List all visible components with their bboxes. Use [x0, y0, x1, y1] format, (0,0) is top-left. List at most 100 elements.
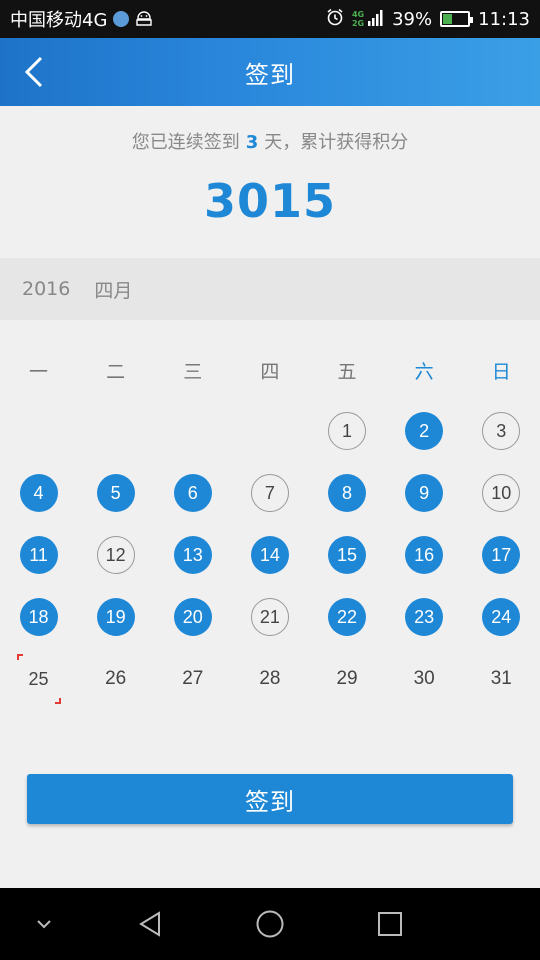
calendar-day-signed[interactable]: 24 — [482, 598, 521, 636]
calendar-day-signed[interactable]: 9 — [405, 474, 444, 512]
nav-collapse-button[interactable] — [24, 888, 64, 960]
calendar-cell: 1 — [309, 400, 386, 462]
weekday-label: 二 — [106, 360, 126, 383]
carrier-label: 中国移动4G — [10, 10, 108, 31]
today-marker-corner — [16, 654, 23, 660]
chevron-down-icon — [37, 920, 51, 929]
calendar-cell: 9 — [386, 462, 463, 524]
circle-home-icon — [256, 910, 284, 938]
nav-recents-button[interactable] — [370, 888, 410, 960]
app-header: 签到 — [0, 38, 540, 106]
status-bar: 中国移动4G 4G 2G 39% ⚡ 11:13 — [0, 0, 540, 38]
calendar-day-signed[interactable]: 6 — [173, 474, 212, 512]
calendar-cell: 27 — [154, 648, 231, 710]
calendar-cell: 29 — [309, 648, 386, 710]
battery-percent: 39% — [392, 8, 433, 30]
calendar-cell: 12 — [77, 524, 154, 586]
calendar-cell: 25 — [0, 648, 77, 710]
nav-home-button[interactable] — [250, 888, 290, 960]
summary-prefix: 您已连续签到 — [131, 132, 240, 153]
sign-in-button[interactable]: 签到 — [27, 774, 513, 824]
calendar-day-signed[interactable]: 20 — [173, 598, 212, 636]
calendar-day-signed[interactable]: 23 — [405, 598, 444, 636]
calendar-day-signed[interactable]: 17 — [482, 536, 521, 574]
calendar-cell: 11 — [0, 524, 77, 586]
calendar-day-signed[interactable]: 15 — [328, 536, 367, 574]
calendar-day-future[interactable]: 26 — [97, 660, 135, 698]
calendar-day-signed[interactable]: 14 — [250, 536, 289, 574]
calendar-year: 2016 — [22, 278, 71, 300]
calendar-cell: 10 — [463, 462, 540, 524]
calendar-cell: 18 — [0, 586, 77, 648]
calendar-cell: 30 — [386, 648, 463, 710]
signal-icon — [368, 8, 384, 31]
calendar-day-signed[interactable]: 2 — [405, 412, 444, 450]
calendar-day-signed[interactable]: 8 — [328, 474, 367, 512]
calendar-cell: 20 — [154, 586, 231, 648]
calendar-day-unsigned[interactable]: 12 — [96, 536, 135, 574]
calendar-cell: 23 — [386, 586, 463, 648]
calendar-cell: 17 — [463, 524, 540, 586]
calendar-week-row: 18 19 20 21 22 23 24 — [0, 586, 540, 648]
status-left: 中国移动4G — [10, 6, 326, 32]
network-type-label: 4G 2G — [351, 10, 365, 28]
calendar-day-unsigned[interactable]: 21 — [250, 598, 289, 636]
calendar-day-signed[interactable]: 16 — [405, 536, 444, 574]
calendar-day-signed[interactable]: 22 — [328, 598, 367, 636]
calendar-day-future[interactable]: 29 — [328, 660, 366, 698]
calendar-cell: 19 — [77, 586, 154, 648]
calendar-day-future[interactable]: 28 — [251, 660, 289, 698]
back-button[interactable] — [14, 52, 54, 92]
calendar-day-signed[interactable]: 18 — [19, 598, 58, 636]
calendar-cell: 3 — [463, 400, 540, 462]
calendar-day-signed[interactable]: 11 — [19, 536, 58, 574]
calendar-cell: 15 — [309, 524, 386, 586]
calendar-cell: 14 — [231, 524, 308, 586]
square-recents-icon — [378, 912, 402, 936]
calendar-day-signed[interactable]: 19 — [96, 598, 135, 636]
calendar-week-row: 4 5 6 7 8 9 10 — [0, 462, 540, 524]
weekday-label: 五 — [337, 360, 357, 383]
nav-back-button[interactable] — [130, 888, 170, 960]
calendar: 一二三四五六日 1 2 3 4 5 6 7 8 9 10 11 12 13 14 15 16 17 18 19 20 2… — [0, 340, 540, 710]
calendar-cell: 26 — [77, 648, 154, 710]
calendar-month: 四月 — [94, 279, 133, 302]
calendar-day-future[interactable]: 27 — [174, 660, 212, 698]
calendar-day-signed[interactable]: 5 — [96, 474, 135, 512]
calendar-day-unsigned[interactable]: 10 — [482, 474, 521, 512]
calendar-grid: 1 2 3 4 5 6 7 8 9 10 11 12 13 14 15 16 17 18 19 20 21 22 23 24 2… — [0, 400, 540, 710]
calendar-day-future[interactable]: 31 — [482, 660, 520, 698]
page-title: 签到 — [245, 60, 295, 89]
calendar-day-future[interactable]: 30 — [405, 660, 443, 698]
calendar-cell: 6 — [154, 462, 231, 524]
calendar-week-row: 123 — [0, 400, 540, 462]
weekday-label: 四 — [260, 360, 280, 383]
triangle-back-icon — [139, 911, 160, 937]
calendar-cell — [231, 400, 308, 462]
calendar-cell — [154, 400, 231, 462]
calendar-day-signed[interactable]: 13 — [173, 536, 212, 574]
calendar-day-unsigned[interactable]: 1 — [328, 412, 367, 450]
calendar-cell: 2 — [386, 400, 463, 462]
status-right: 4G 2G 39% ⚡ 11:13 — [326, 8, 530, 31]
summary-line: 您已连续签到 3 天，累计获得积分 — [0, 128, 540, 154]
calendar-cell: 8 — [309, 462, 386, 524]
calendar-cell: 16 — [386, 524, 463, 586]
android-debug-icon — [135, 11, 153, 27]
alarm-icon — [326, 8, 344, 31]
weekday-header: 一二三四五六日 — [0, 340, 540, 400]
summary-suffix: 天，累计获得积分 — [264, 132, 409, 153]
calendar-cell: 21 — [231, 586, 308, 648]
calendar-cell: 31 — [463, 648, 540, 710]
calendar-day-unsigned[interactable]: 3 — [482, 412, 521, 450]
calendar-day-signed[interactable]: 4 — [19, 474, 58, 512]
streak-days: 3 — [245, 132, 259, 153]
calendar-day-today[interactable]: 25 — [16, 654, 61, 704]
calendar-cell: 24 — [463, 586, 540, 648]
calendar-week-row: 25 26 27 28 29 30 31 — [0, 648, 540, 710]
weekday-label: 一 — [29, 360, 49, 383]
calendar-cell: 13 — [154, 524, 231, 586]
calendar-day-unsigned[interactable]: 7 — [250, 474, 289, 512]
weekday-label: 日 — [491, 360, 511, 383]
calendar-cell — [77, 400, 154, 462]
